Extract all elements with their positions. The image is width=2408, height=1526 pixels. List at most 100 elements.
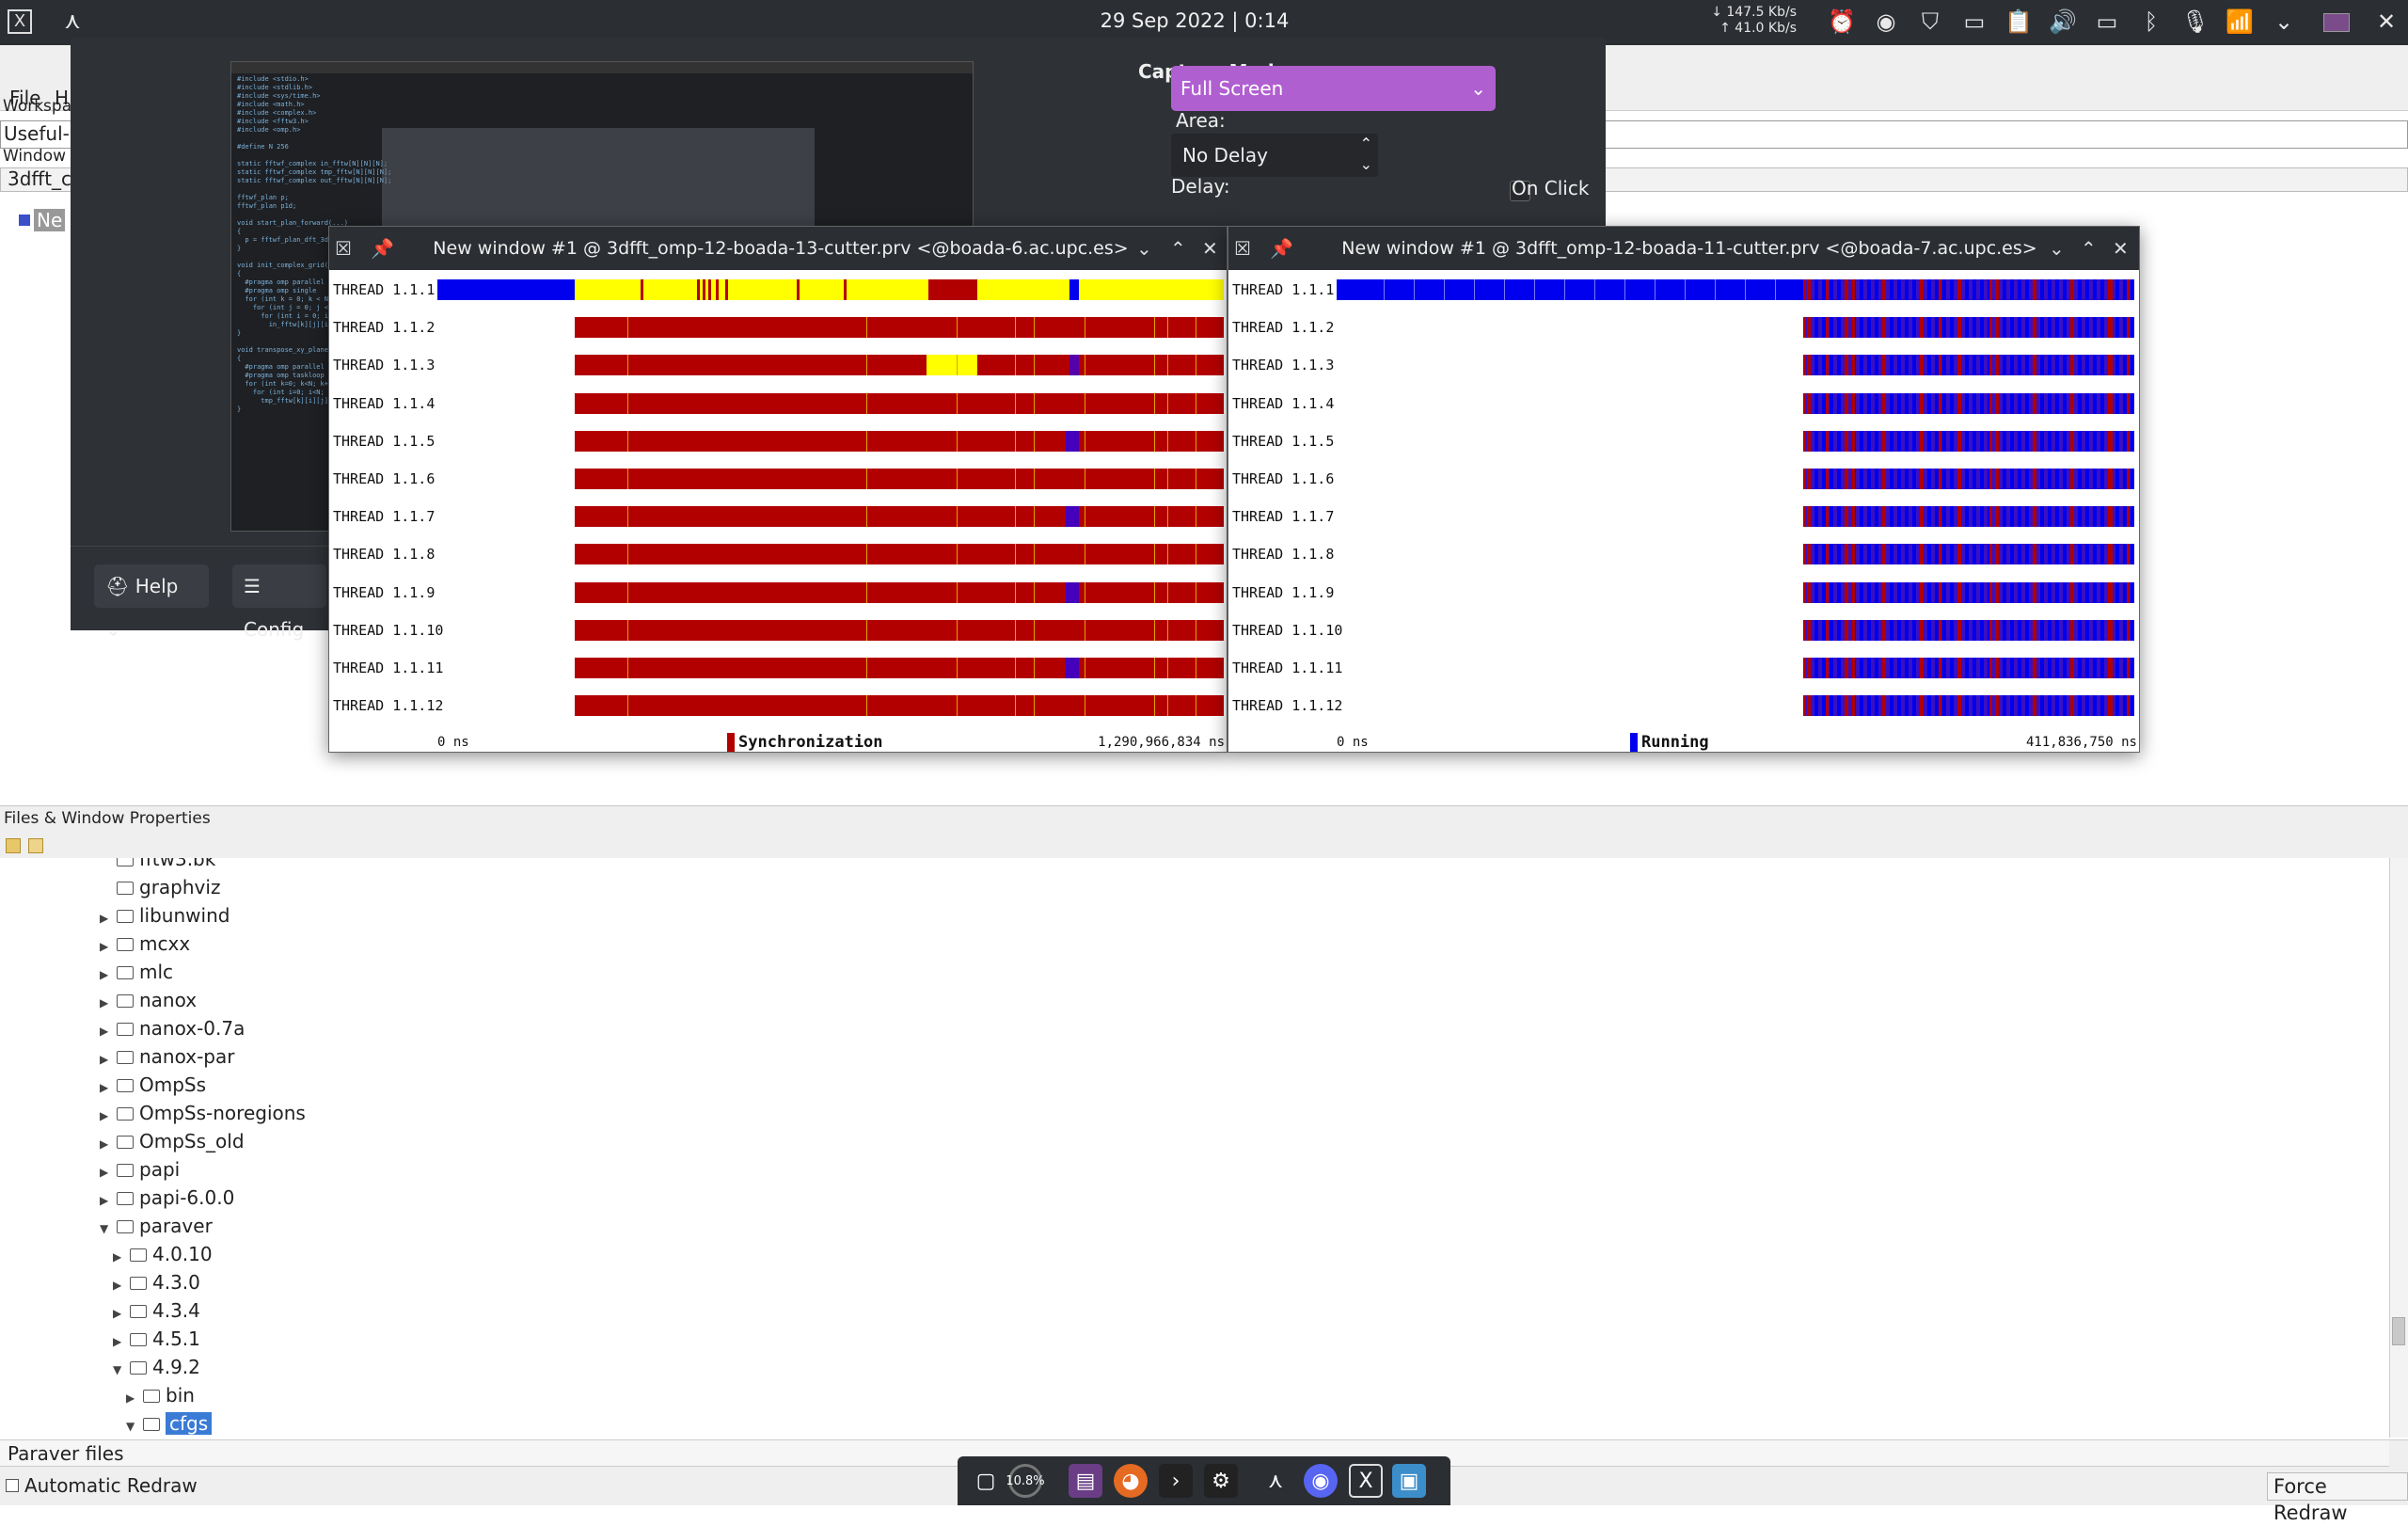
- window-1-timeline[interactable]: THREAD 1.1.1 THREAD 1.1.2 THREAD 1.1.3 THRE…: [329, 270, 1227, 753]
- collapsed-arrow-icon[interactable]: ▶: [100, 1102, 113, 1130]
- tree-item[interactable]: fftw3.bk: [100, 858, 215, 873]
- collapsed-arrow-icon[interactable]: ▶: [100, 1073, 113, 1102]
- collapsed-arrow-icon[interactable]: ▶: [100, 989, 113, 1017]
- pin-icon[interactable]: 📌: [371, 227, 394, 270]
- tree-item[interactable]: ▼ paraver: [100, 1212, 213, 1240]
- microphone-icon[interactable]: 🎙: [2181, 8, 2210, 36]
- tree-item[interactable]: ▶ papi: [100, 1155, 180, 1184]
- cpu-monitor[interactable]: 10.8%: [1006, 1464, 1045, 1498]
- collapsed-arrow-icon[interactable]: ▶: [113, 1327, 126, 1356]
- shield-icon[interactable]: ⛉: [1916, 8, 1944, 36]
- tree-item[interactable]: ▼ 4.9.2: [113, 1353, 200, 1381]
- state-segment: [2025, 317, 2029, 339]
- collapsed-arrow-icon[interactable]: ▶: [100, 961, 113, 989]
- discord-icon[interactable]: ◉: [1872, 8, 1900, 36]
- collapsed-arrow-icon[interactable]: ▶: [126, 1384, 139, 1412]
- state-segment: [2048, 658, 2052, 678]
- area-select[interactable]: Full Screen ⌄: [1171, 66, 1496, 111]
- help-button[interactable]: ⛑ Help ⌄: [94, 564, 209, 641]
- window-1-titlebar[interactable]: ☒ 📌 New window #1 @ 3dfft_omp-12-boada-1…: [329, 227, 1227, 270]
- spin-down-icon[interactable]: ⌄: [1360, 143, 1372, 186]
- tree-item[interactable]: ▶ OmpSs_old: [100, 1127, 245, 1155]
- collapsed-arrow-icon[interactable]: ▶: [113, 1243, 126, 1271]
- expanded-arrow-icon[interactable]: ▼: [113, 1356, 126, 1384]
- bluetooth-icon[interactable]: ᛒ: [2137, 8, 2165, 36]
- close-icon[interactable]: ✕: [2372, 8, 2400, 36]
- tree-item[interactable]: graphviz: [100, 873, 220, 901]
- wifi-icon[interactable]: 📶: [2226, 8, 2254, 36]
- tree-scrollbar[interactable]: [2389, 858, 2408, 1438]
- battery-icon[interactable]: ▭: [2093, 8, 2121, 36]
- overview-icon[interactable]: ▢: [969, 1464, 1003, 1498]
- terminal-icon[interactable]: ▭: [1960, 8, 1988, 36]
- expanded-arrow-icon[interactable]: ▼: [126, 1412, 139, 1438]
- state-segment: [1860, 695, 1863, 717]
- maximize-icon[interactable]: ⌃: [1170, 227, 1186, 270]
- collapsed-arrow-icon[interactable]: ▶: [100, 904, 113, 932]
- delay-spinbox[interactable]: No Delay ⌃ ⌄: [1171, 134, 1378, 177]
- tree-item[interactable]: ▶ nanox-0.7a: [100, 1014, 245, 1042]
- screenshot-icon[interactable]: ▣: [1392, 1464, 1426, 1498]
- volume-icon[interactable]: 🔊: [2049, 8, 2077, 36]
- tree-item[interactable]: ▶ OmpSs-noregions: [100, 1099, 306, 1127]
- chevron-down-icon[interactable]: ⌄: [1136, 227, 1152, 270]
- state-segment: [2110, 355, 2113, 376]
- maximize-icon[interactable]: ⌃: [2081, 227, 2097, 270]
- terminal-icon[interactable]: ›: [1159, 1464, 1193, 1498]
- expanded-arrow-icon[interactable]: ▼: [100, 1215, 113, 1243]
- state-segment: [2003, 430, 2006, 452]
- clipboard-icon[interactable]: 📋: [2004, 8, 2033, 36]
- close-icon[interactable]: ✕: [2113, 227, 2129, 270]
- chevron-down-icon[interactable]: ⌄: [2270, 8, 2298, 36]
- collapsed-arrow-icon[interactable]: ▶: [100, 1158, 113, 1186]
- force-redraw-button[interactable]: Force Redraw: [2267, 1472, 2408, 1524]
- file-tool-icon[interactable]: [28, 838, 43, 853]
- pin-icon[interactable]: 📌: [1270, 227, 1293, 270]
- collapsed-arrow-icon[interactable]: ▶: [113, 1271, 126, 1299]
- collapsed-arrow-icon[interactable]: ▶: [100, 1017, 113, 1045]
- tree-item[interactable]: ▶ bin: [126, 1381, 195, 1409]
- collapsed-arrow-icon[interactable]: ▶: [100, 1045, 113, 1073]
- alarm-icon[interactable]: ⏰: [1828, 8, 1856, 36]
- state-segment: [2033, 581, 2036, 603]
- show-desktop-icon[interactable]: [2323, 13, 2350, 32]
- tree-item[interactable]: ▶ mlc: [100, 958, 173, 986]
- tree-item[interactable]: ▶ papi-6.0.0: [100, 1184, 234, 1212]
- files-icon[interactable]: ▤: [1069, 1464, 1102, 1498]
- state-segment: [1890, 544, 1893, 565]
- x-window-icon[interactable]: X: [1349, 1464, 1383, 1498]
- chevron-down-icon[interactable]: ⌄: [2049, 227, 2065, 270]
- discord-icon[interactable]: ◉: [1304, 1464, 1338, 1498]
- paraver-icon[interactable]: ⋏: [58, 8, 87, 36]
- tree-item[interactable]: ▼ cfgs: [126, 1409, 213, 1438]
- configure-button[interactable]: ☰ Config: [232, 564, 326, 641]
- new-window-item[interactable]: Ne: [34, 209, 66, 231]
- thread-label: THREAD 1.1.7: [333, 508, 436, 526]
- tree-item[interactable]: ▶ 4.5.1: [113, 1325, 200, 1353]
- tree-item[interactable]: ▶ 4.3.4: [113, 1296, 200, 1325]
- collapsed-arrow-icon[interactable]: ▶: [100, 1130, 113, 1158]
- tree-item[interactable]: ▶ mcxx: [100, 930, 190, 958]
- folder-tool-icon[interactable]: [6, 838, 21, 853]
- tree-item[interactable]: ▶ nanox-par: [100, 1042, 234, 1071]
- tree-item[interactable]: ▶ libunwind: [100, 901, 230, 930]
- state-segment: [2115, 469, 2119, 489]
- paraver-icon[interactable]: ⋏: [1259, 1464, 1292, 1498]
- tree-item[interactable]: ▶ 4.3.0: [113, 1268, 200, 1296]
- window-2-titlebar[interactable]: ☒ 📌 New window #1 @ 3dfft_omp-12-boada-1…: [1228, 227, 2139, 270]
- state-segment: [2010, 279, 2014, 300]
- auto-redraw-checkbox[interactable]: [6, 1479, 19, 1492]
- close-icon[interactable]: ✕: [1202, 227, 1218, 270]
- firefox-icon[interactable]: ◕: [1114, 1464, 1148, 1498]
- tree-item[interactable]: ▶ nanox: [100, 986, 197, 1014]
- collapsed-arrow-icon[interactable]: ▶: [100, 1186, 113, 1215]
- collapsed-arrow-icon[interactable]: ▶: [113, 1299, 126, 1327]
- tree-item[interactable]: ▶ 4.0.10: [113, 1240, 213, 1268]
- window-2-timeline[interactable]: THREAD 1.1.1 THREAD 1.1.2 THREAD 1.1.3 THRE…: [1228, 270, 2139, 753]
- tree-item[interactable]: ▶ OmpSs: [100, 1071, 206, 1099]
- clock[interactable]: 29 Sep 2022 | 0:14: [1054, 9, 1336, 32]
- settings-icon[interactable]: ⚙: [1204, 1464, 1238, 1498]
- scrollbar-thumb[interactable]: [2392, 1317, 2405, 1345]
- collapsed-arrow-icon[interactable]: ▶: [100, 932, 113, 961]
- app-launcher-icon[interactable]: X: [8, 9, 32, 34]
